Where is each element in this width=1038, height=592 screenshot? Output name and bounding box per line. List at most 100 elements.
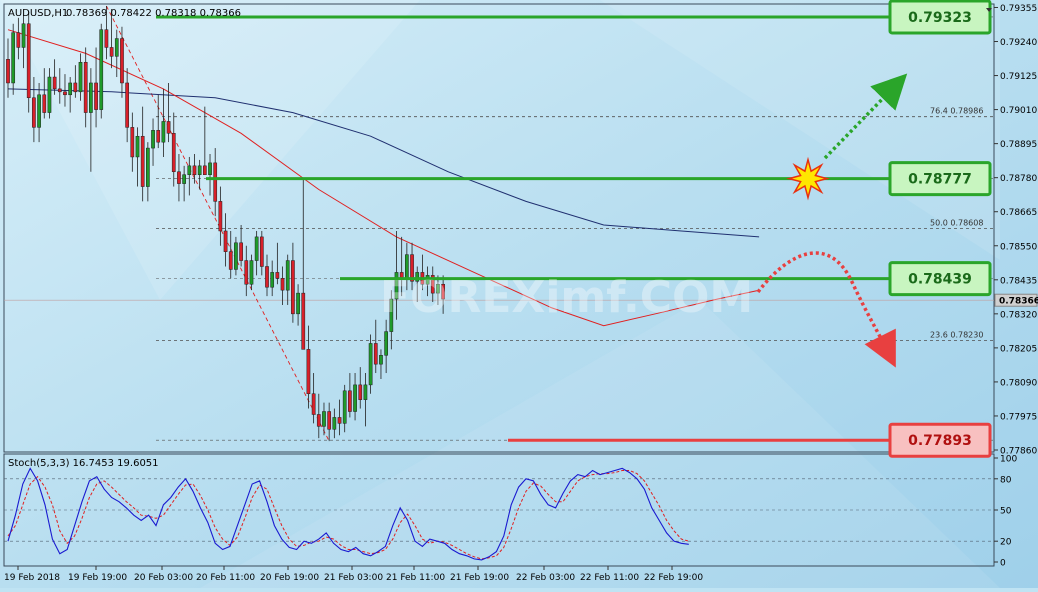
- candle-body: [130, 127, 135, 158]
- candle-body: [37, 94, 41, 128]
- price-tick-label: 0.79240: [1000, 38, 1037, 48]
- price-level-label: 0.78777: [908, 172, 972, 188]
- candle-body: [368, 343, 373, 386]
- candle-body: [32, 97, 36, 128]
- candle-body: [177, 171, 181, 184]
- candle-body: [301, 292, 306, 350]
- chart-root: 76.4 0.78986 50.0 0.78608 23.6 0.78230 0.7…: [0, 0, 1038, 588]
- candle-body: [265, 266, 269, 288]
- candle-body: [353, 384, 357, 412]
- chart-svg: 76.4 0.78986 50.0 0.78608 23.6 0.78230 0.7…: [0, 0, 1038, 588]
- candle-body: [89, 82, 93, 113]
- stoch-tick-label: 100: [1000, 455, 1017, 465]
- stoch-tick-label: 20: [1000, 538, 1012, 548]
- candle-body: [120, 38, 124, 84]
- price-level-label: 0.78439: [908, 272, 972, 288]
- candle-body: [135, 135, 140, 158]
- time-tick-label: 21 Feb 11:00: [386, 573, 445, 583]
- candle-body: [57, 88, 62, 93]
- candle-body: [322, 411, 326, 427]
- candle-body: [11, 32, 16, 84]
- candle-body: [270, 272, 275, 288]
- candle-body: [249, 260, 254, 285]
- candle-body: [311, 393, 316, 415]
- breakout-star-icon: [786, 156, 830, 201]
- candle-body: [73, 82, 78, 93]
- candle-body: [146, 147, 150, 187]
- candle-body: [16, 32, 21, 48]
- candle-body: [83, 61, 88, 113]
- candle-body: [166, 121, 171, 134]
- fib-level-label: 23.6 0.78230: [930, 330, 983, 339]
- time-tick-label: 19 Feb 19:00: [68, 573, 127, 583]
- candle-body: [42, 94, 47, 113]
- candle-body: [156, 130, 161, 143]
- time-tick-label: 21 Feb 03:00: [324, 573, 383, 583]
- price-tick-label: 0.78895: [1000, 140, 1037, 150]
- stoch-tick-label: 0: [1000, 559, 1006, 569]
- price-level-label: 0.77893: [908, 433, 972, 449]
- time-tick-label: 22 Feb 11:00: [580, 573, 639, 583]
- candle-body: [373, 343, 378, 365]
- candle-body: [99, 29, 104, 110]
- candle-body: [21, 23, 26, 48]
- candle-body: [218, 201, 223, 232]
- candle-body: [348, 390, 352, 412]
- candle-body: [26, 23, 31, 99]
- candle-body: [228, 251, 233, 270]
- fib-level-label: 76.4 0.78986: [930, 107, 983, 116]
- time-tick-label: 21 Feb 19:00: [450, 573, 509, 583]
- price-tick-label: 0.78550: [1000, 242, 1037, 252]
- stoch-tick-label: 80: [1000, 475, 1012, 485]
- candle-body: [291, 260, 295, 315]
- price-tick-label: 0.78435: [1000, 276, 1037, 286]
- price-tick-label: 0.78780: [1000, 174, 1037, 184]
- candle-body: [197, 165, 202, 175]
- candle-body: [171, 133, 176, 173]
- candle-body: [316, 414, 321, 427]
- price-tick-label: 0.78205: [1000, 344, 1037, 354]
- candle-body: [63, 91, 67, 96]
- price-tick-label: 0.79010: [1000, 106, 1037, 116]
- candle-body: [379, 355, 383, 365]
- symbol-label: AUDUSD,H1: [8, 8, 68, 19]
- candle-body: [244, 260, 249, 285]
- candle-body: [192, 165, 197, 175]
- candle-body: [332, 417, 337, 430]
- candle-body: [104, 29, 109, 48]
- candle-body: [363, 384, 368, 400]
- candle-body: [68, 82, 73, 96]
- ohlc-label: 0.78369 0.78422 0.78318 0.78366: [66, 8, 241, 19]
- candle-body: [6, 59, 10, 84]
- candle-body: [342, 390, 347, 424]
- time-tick-label: 19 Feb 2018: [4, 573, 60, 583]
- candle-body: [254, 236, 259, 261]
- price-tick-label: 0.79355: [1000, 4, 1037, 14]
- candle-body: [109, 47, 114, 57]
- candle-body: [182, 174, 186, 184]
- candle-body: [306, 349, 311, 395]
- candle-body: [47, 76, 52, 113]
- price-tick-label: 0.77975: [1000, 412, 1037, 422]
- time-tick-label: 22 Feb 03:00: [516, 573, 575, 583]
- candle-body: [78, 61, 83, 93]
- candle-body: [151, 130, 155, 149]
- candle-body: [94, 82, 98, 110]
- candle-body: [239, 242, 243, 261]
- candle-body: [337, 417, 342, 424]
- candle-body: [384, 331, 388, 356]
- candle-body: [285, 260, 290, 291]
- stoch-tick-label: 50: [1000, 507, 1012, 517]
- price-level-label: 0.79323: [908, 10, 972, 26]
- candle-body: [208, 162, 212, 175]
- candle-body: [161, 121, 166, 143]
- candle-body: [140, 135, 145, 187]
- candle-body: [114, 38, 119, 57]
- stoch-label: Stoch(5,3,3) 16.7453 19.6051: [8, 458, 159, 469]
- candle-body: [280, 278, 285, 291]
- watermark: FOREXimf.COM: [380, 272, 753, 323]
- candle-body: [202, 165, 207, 175]
- candle-body: [327, 411, 332, 430]
- price-tick-label: 0.78320: [1000, 310, 1037, 320]
- candle-body: [296, 292, 300, 315]
